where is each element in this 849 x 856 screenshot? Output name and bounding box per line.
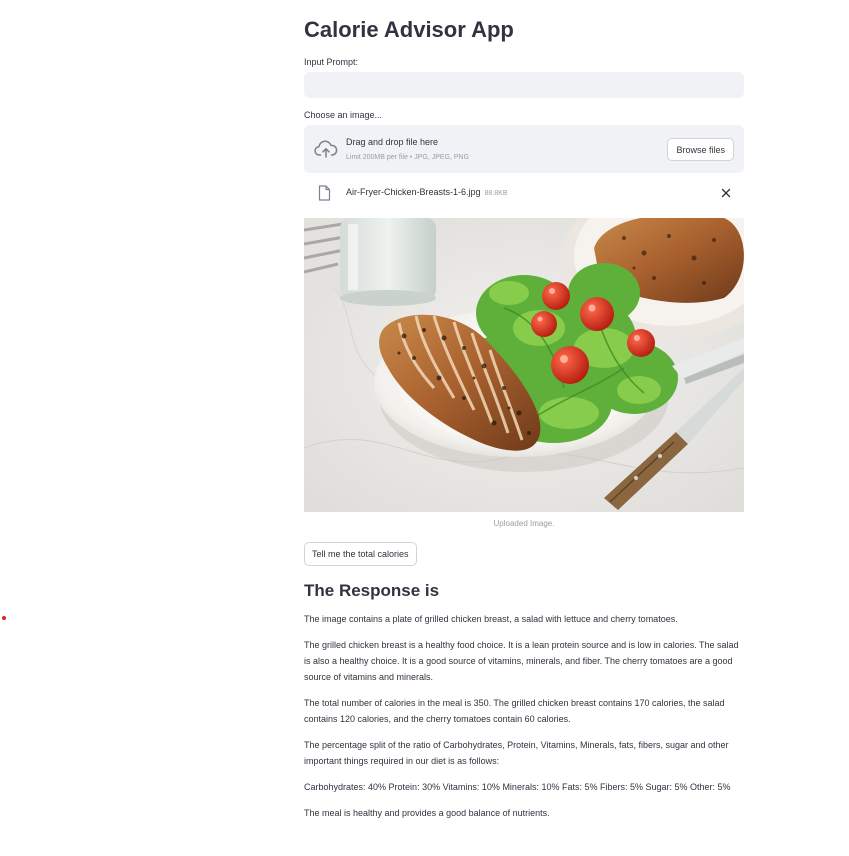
response-paragraph: The percentage split of the ratio of Car…	[304, 740, 729, 766]
response-paragraph: Carbohydrates: 40% Protein: 30% Vitamins…	[304, 782, 731, 792]
image-caption: Uploaded Image.	[493, 519, 555, 528]
page-title: Calorie Advisor App	[304, 17, 514, 42]
total-calories-button[interactable]: Tell me the total calories	[304, 542, 417, 566]
food-photo	[304, 218, 744, 512]
status-dot	[2, 616, 6, 620]
response-heading: The Response is	[304, 581, 440, 600]
file-name-text: Air-Fryer-Chicken-Breasts-1-6.jpg	[346, 187, 481, 197]
prompt-label: Input Prompt:	[304, 57, 359, 67]
dropzone-title: Drag and drop file here	[346, 137, 439, 147]
uploaded-image	[304, 218, 744, 512]
cloud-upload-icon	[314, 140, 338, 158]
file-dropzone[interactable]: Drag and drop file here Limit 200MB per …	[304, 125, 744, 173]
app-page: Calorie Advisor App Input Prompt: Choose…	[0, 0, 849, 856]
remove-file-button[interactable]	[718, 185, 734, 201]
response-paragraph: The grilled chicken breast is a healthy …	[304, 640, 739, 682]
response-paragraph: The total number of calories in the meal…	[304, 698, 725, 724]
dropzone-limit: Limit 200MB per file • JPG, JPEG, PNG	[346, 154, 470, 161]
close-icon	[721, 188, 731, 198]
response-paragraph: The image contains a plate of grilled ch…	[304, 614, 678, 624]
file-size: 88.8KB	[484, 190, 508, 197]
file-icon	[318, 185, 331, 201]
prompt-input[interactable]	[304, 72, 744, 98]
uploader-label: Choose an image...	[304, 110, 383, 120]
uploaded-file-row: Air-Fryer-Chicken-Breasts-1-6.jpg 88.8KB	[304, 180, 744, 206]
browse-files-button[interactable]: Browse files	[667, 138, 734, 161]
file-name: Air-Fryer-Chicken-Breasts-1-6.jpg 88.8KB	[346, 187, 508, 197]
response-paragraph: The meal is healthy and provides a good …	[304, 808, 550, 818]
